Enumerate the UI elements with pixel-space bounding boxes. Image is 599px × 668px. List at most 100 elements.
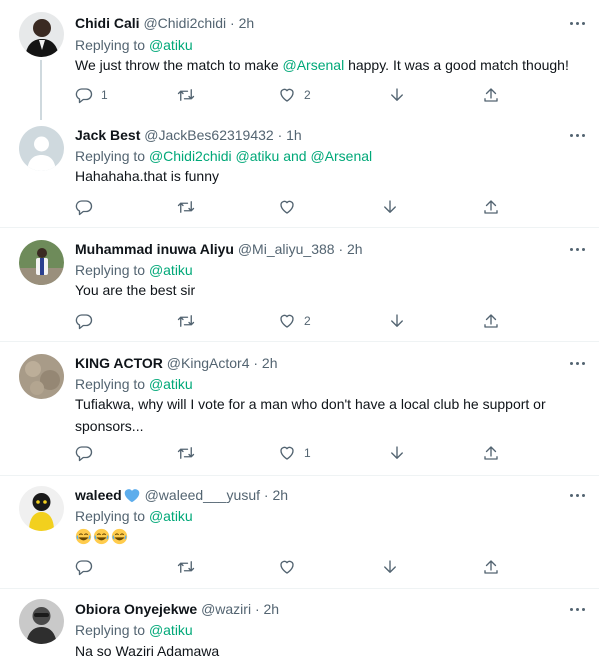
retweet-button[interactable] [176,558,204,576]
tweet-waleed[interactable]: waleed @waleed___yusuf · 2h Replying to … [0,476,599,589]
share-button[interactable] [482,444,500,462]
timestamp[interactable]: · 1h [278,127,302,143]
retweet-icon [177,561,195,573]
arrow-down-icon [391,88,403,101]
tweet-jack-best[interactable]: Jack Best @JackBes62319432 · 1h Replying… [0,118,599,228]
mention-link[interactable]: @Arsenal [283,57,345,73]
tweet-header: Muhammad inuwa Aliyu @Mi_aliyu_388 · 2h [75,240,363,259]
tweet-king-actor[interactable]: KING ACTOR @KingActor4 · 2h Replying to … [0,342,599,476]
share-icon [484,314,498,328]
stats-button[interactable] [381,198,399,216]
default-avatar[interactable] [19,126,64,171]
reply-icon [75,88,93,104]
arrow-down-icon [391,446,403,459]
reply-button[interactable]: 1 [75,86,108,104]
share-button[interactable] [482,312,500,330]
display-name[interactable]: KING ACTOR [75,355,163,371]
heart-icon [280,560,294,574]
replying-to-line: Replying to @atiku [75,261,193,280]
reply-button[interactable] [75,312,101,330]
retweet-button[interactable] [176,444,204,462]
user-handle[interactable]: @Mi_aliyu_388 [238,241,335,257]
reply-icon [75,560,93,576]
retweet-button[interactable] [176,86,204,104]
avatar-man-in-suit[interactable] [19,12,64,57]
reply-icon [75,200,93,216]
timestamp[interactable]: · 2h [253,355,277,371]
like-count: 2 [304,88,311,102]
user-handle[interactable]: @JackBes62319432 [144,127,273,143]
more-options-icon[interactable] [566,128,588,142]
arrow-down-icon [384,560,396,573]
tweet-obiora-onyejekwe[interactable]: Obiora Onyejekwe @waziri · 2h Replying t… [0,589,599,668]
display-name[interactable]: Muhammad inuwa Aliyu [75,241,234,257]
avatar-bw-portrait[interactable] [19,599,64,644]
timestamp[interactable]: · 2h [255,601,279,617]
replying-to-label: Replying to [75,376,146,392]
timestamp[interactable]: · 2h [230,15,254,31]
mention-link[interactable]: @atiku [149,37,193,53]
retweet-button[interactable] [176,198,204,216]
avatar-person-outdoors[interactable] [19,240,64,285]
replying-to-label: Replying to [75,508,146,524]
share-button[interactable] [482,558,500,576]
heart-icon [280,446,294,460]
share-button[interactable] [482,86,500,104]
blue-heart-icon [124,489,139,503]
stats-button[interactable] [388,444,406,462]
like-button[interactable]: 2 [278,312,311,330]
retweet-icon [177,89,195,101]
retweet-button[interactable] [176,312,204,330]
display-name[interactable]: waleed [75,487,122,503]
avatar-textured[interactable] [19,354,64,399]
tweet-chidi-cali[interactable]: Chidi Cali @Chidi2chidi · 2h Replying to… [0,0,599,120]
like-button[interactable]: 1 [278,444,311,462]
like-button[interactable] [278,558,304,576]
more-options-icon[interactable] [566,16,588,30]
display-name[interactable]: Chidi Cali [75,15,140,31]
share-icon [484,560,498,574]
user-handle[interactable]: @Chidi2chidi [143,15,226,31]
like-button[interactable]: 2 [278,86,311,104]
mention-link[interactable]: @atiku [149,376,193,392]
more-options-icon[interactable] [566,602,588,616]
mention-link[interactable]: @atiku [149,262,193,278]
timestamp[interactable]: · 2h [264,487,288,503]
laughing-emoji-icon [75,528,92,545]
stats-button[interactable] [381,558,399,576]
avatar-yellow-character[interactable] [19,486,64,531]
mention-link[interactable]: @atiku [236,148,280,164]
reply-button[interactable] [75,444,101,462]
replying-to-label: Replying to [75,622,146,638]
share-icon [484,446,498,460]
more-options-icon[interactable] [566,356,588,370]
mention-joiner: and [283,148,307,164]
timestamp[interactable]: · 2h [338,241,362,257]
reply-button[interactable] [75,558,101,576]
tweet-text: We just throw the match to make @Arsenal… [75,54,575,76]
tweet-text-part: We just throw the match to make [75,57,283,73]
user-handle[interactable]: @waziri [201,601,251,617]
tweet-muhammad-inuwa-aliyu[interactable]: Muhammad inuwa Aliyu @Mi_aliyu_388 · 2h … [0,228,599,342]
mention-link[interactable]: @Chidi2chidi [149,148,232,164]
reply-button[interactable] [75,198,101,216]
heart-icon [280,200,294,214]
stats-button[interactable] [388,312,406,330]
share-button[interactable] [482,198,500,216]
like-count: 2 [304,314,311,328]
mention-link[interactable]: @atiku [149,622,193,638]
arrow-down-icon [391,314,403,327]
mention-link[interactable]: @atiku [149,508,193,524]
user-handle[interactable]: @waleed___yusuf [145,487,260,503]
stats-button[interactable] [388,86,406,104]
more-options-icon[interactable] [566,488,588,502]
like-button[interactable] [278,198,304,216]
mention-link[interactable]: @Arsenal [310,148,372,164]
replying-to-label: Replying to [75,148,146,164]
user-handle[interactable]: @KingActor4 [167,355,250,371]
display-name[interactable]: Jack Best [75,127,140,143]
tweet-text: Tufiakwa, why will I vote for a man who … [75,396,546,434]
arrow-down-icon [384,200,396,213]
more-options-icon[interactable] [566,242,588,256]
display-name[interactable]: Obiora Onyejekwe [75,601,197,617]
